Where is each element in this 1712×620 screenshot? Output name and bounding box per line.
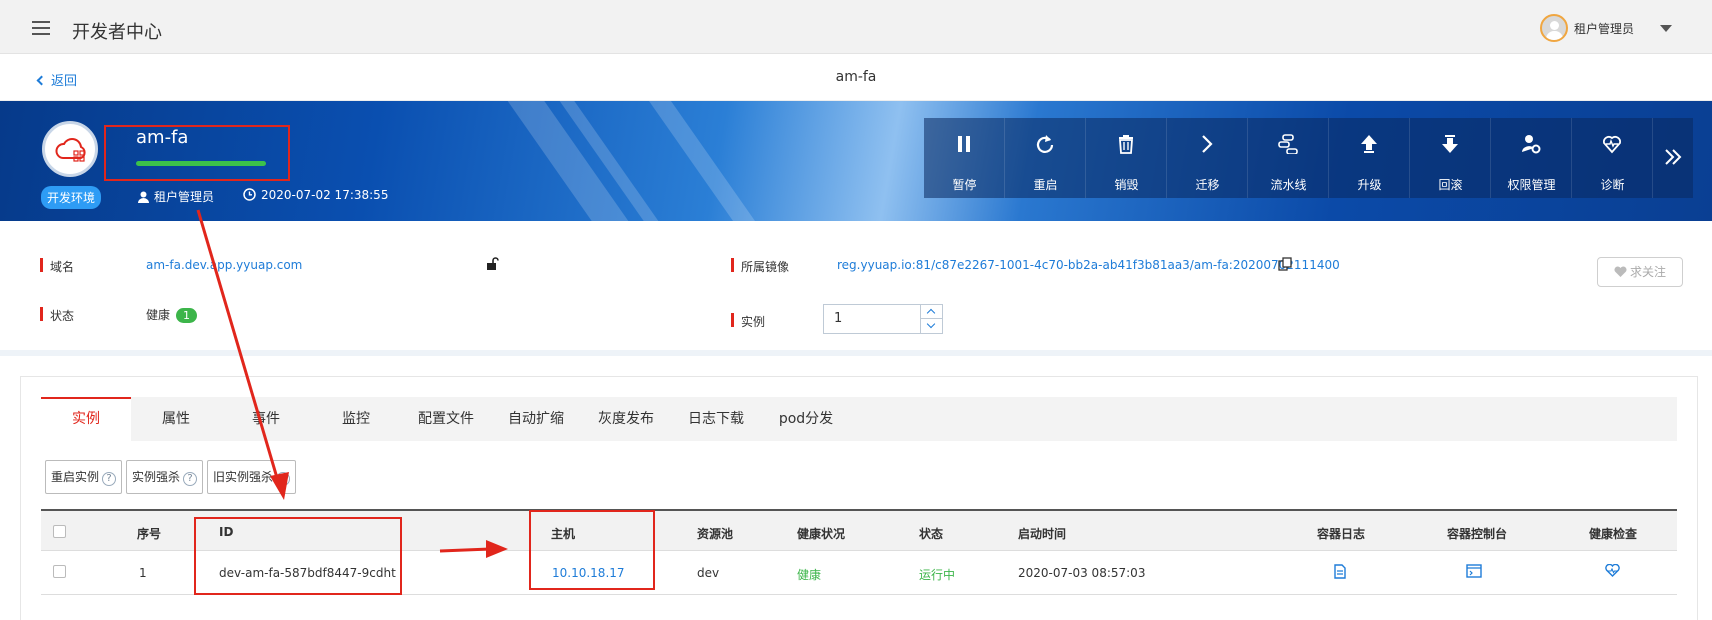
app-banner: 开发环境 am-fa 租户管理员 2020-07-02 17:38:55 暂停 … <box>0 101 1712 221</box>
restart-instance-button[interactable]: 重启实例? <box>45 460 123 494</box>
avatar <box>1539 14 1568 42</box>
help-icon: ? <box>276 472 291 486</box>
document-icon[interactable] <box>1334 564 1346 579</box>
force-kill-old-instance-button[interactable]: 旧实例强杀? <box>207 460 297 494</box>
annotation-box-app-name <box>104 125 290 181</box>
copy-icon[interactable] <box>1278 257 1292 271</box>
status-value: 健康 1 <box>146 306 198 323</box>
page-title: am-fa <box>835 69 877 85</box>
tab-autoscaling[interactable]: 自动扩缩 <box>491 397 581 441</box>
help-icon: ? <box>102 472 117 486</box>
environment-badge: 开发环境 <box>41 186 102 209</box>
instance-label: 实例 <box>731 313 765 330</box>
annotation-box-host <box>529 510 655 590</box>
download-arrow-icon <box>1442 135 1458 153</box>
cloud-app-icon <box>42 121 98 177</box>
user-icon <box>138 191 149 203</box>
app-toolbar: 暂停 重启 销毁 迁移 流水线 升级 回滚 权限管理 诊断 <box>924 118 1693 198</box>
diagnose-button[interactable]: 诊断 <box>1572 118 1653 198</box>
image-link[interactable]: reg.yyuap.io:81/c87e2267-1001-4c70-bb2a-… <box>837 258 1340 272</box>
row-checkbox[interactable] <box>53 565 66 578</box>
double-chevron-right-icon <box>1665 149 1682 165</box>
status-count-badge: 1 <box>176 308 198 323</box>
col-health: 健康状况 <box>797 527 846 541</box>
upgrade-button[interactable]: 升级 <box>1329 118 1410 198</box>
refresh-icon <box>1036 135 1054 153</box>
col-container-console: 容器控制台 <box>1447 527 1508 541</box>
pause-icon <box>958 136 970 152</box>
menu-icon[interactable] <box>32 21 50 35</box>
user-gear-icon <box>1522 135 1541 154</box>
tab-canary-release[interactable]: 灰度发布 <box>581 397 671 441</box>
app-info: 域名 am-fa.dev.app.yyuap.com 状态 健康 1 所属镜像 r… <box>0 221 1712 356</box>
increment-button[interactable] <box>921 305 942 319</box>
user-name: 租户管理员 <box>1573 21 1634 36</box>
tab-bar: 实例 属性 事件 监控 配置文件 自动扩缩 灰度发布 日志下载 pod分发 <box>41 397 1677 441</box>
annotation-box-id <box>194 517 402 595</box>
app-owner: 租户管理员 <box>138 188 214 205</box>
row-status: 运行中 <box>919 568 956 582</box>
instance-actions: 重启实例? 实例强杀? 旧实例强杀? <box>45 460 300 494</box>
heartbeat-icon <box>1603 136 1621 154</box>
pause-button[interactable]: 暂停 <box>924 118 1005 198</box>
force-kill-instance-button[interactable]: 实例强杀? <box>126 460 204 494</box>
follow-button[interactable]: 求关注 <box>1597 257 1683 287</box>
chevron-down-icon[interactable] <box>1660 24 1672 32</box>
user-menu[interactable]: 租户管理员 <box>1539 14 1672 42</box>
col-pool: 资源池 <box>697 527 734 541</box>
app-title: 开发者中心 <box>72 22 162 43</box>
unlock-icon[interactable] <box>486 257 499 271</box>
tab-pod-distribution[interactable]: pod分发 <box>761 397 851 441</box>
tab-log-download[interactable]: 日志下载 <box>671 397 761 441</box>
tab-events[interactable]: 事件 <box>221 397 311 441</box>
pipeline-button[interactable]: 流水线 <box>1248 118 1329 198</box>
top-bar: 开发者中心 租户管理员 <box>0 0 1712 54</box>
tab-instances[interactable]: 实例 <box>41 397 131 441</box>
col-index: 序号 <box>137 527 162 541</box>
tab-config-files[interactable]: 配置文件 <box>401 397 491 441</box>
row-health: 健康 <box>797 568 822 582</box>
col-health-check: 健康检查 <box>1589 527 1638 541</box>
tab-monitoring[interactable]: 监控 <box>311 397 401 441</box>
terminal-icon[interactable] <box>1466 564 1482 578</box>
row-pool: dev <box>697 566 720 580</box>
destroy-button[interactable]: 销毁 <box>1086 118 1167 198</box>
image-label: 所属镜像 <box>731 258 789 275</box>
status-label: 状态 <box>40 307 74 324</box>
select-all-checkbox[interactable] <box>53 525 66 538</box>
clock-icon <box>243 188 256 201</box>
row-start-time: 2020-07-03 08:57:03 <box>1018 566 1146 580</box>
domain-label: 域名 <box>40 258 74 275</box>
heartbeat-icon[interactable] <box>1605 564 1620 577</box>
heart-icon <box>1614 266 1627 277</box>
row-index: 1 <box>139 566 147 580</box>
col-start-time: 启动时间 <box>1018 527 1067 541</box>
restart-button[interactable]: 重启 <box>1005 118 1086 198</box>
decrement-button[interactable] <box>921 319 942 333</box>
pipeline-icon <box>1278 134 1298 154</box>
col-container-log: 容器日志 <box>1317 527 1366 541</box>
permission-button[interactable]: 权限管理 <box>1491 118 1572 198</box>
more-actions-button[interactable] <box>1653 118 1693 198</box>
instance-stepper[interactable] <box>823 304 943 334</box>
chevron-right-icon <box>1202 135 1213 153</box>
nav-bar: 返回 am-fa <box>0 55 1712 101</box>
instance-count-input[interactable] <box>834 311 914 326</box>
domain-link[interactable]: am-fa.dev.app.yyuap.com <box>146 258 302 272</box>
trash-icon <box>1119 135 1133 154</box>
upload-arrow-icon <box>1361 135 1377 153</box>
app-created-time: 2020-07-02 17:38:55 <box>243 188 388 202</box>
rollback-button[interactable]: 回滚 <box>1410 118 1491 198</box>
migrate-button[interactable]: 迁移 <box>1167 118 1248 198</box>
col-status: 状态 <box>919 527 944 541</box>
help-icon: ? <box>183 472 198 486</box>
tab-properties[interactable]: 属性 <box>131 397 221 441</box>
